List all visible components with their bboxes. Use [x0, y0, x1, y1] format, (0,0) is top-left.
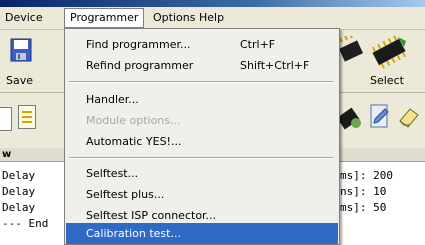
menu-separator	[69, 157, 333, 159]
menu-item-find-programmer[interactable]: Find programmer... Ctrl+F	[66, 34, 338, 55]
menu-item-automatic-yes[interactable]: Automatic YES!...	[66, 131, 338, 152]
select-button-label: Select	[370, 74, 404, 87]
select-chip-icon	[371, 35, 407, 69]
menu-item-label: Calibration test...	[86, 227, 181, 240]
menu-item-shortcut: Ctrl+F	[240, 38, 276, 51]
log-line: Delay	[2, 201, 36, 214]
document-icon[interactable]	[0, 107, 12, 131]
menu-item-label: Selftest...	[86, 167, 139, 180]
menu-bar: Device Programmer Options Help	[0, 7, 425, 30]
menu-item-shortcut: Shift+Ctrl+F	[240, 59, 310, 72]
log-value: ms]: 200	[340, 169, 393, 182]
save-icon	[10, 38, 32, 62]
open-document-icon[interactable]	[18, 105, 36, 129]
menu-item-selftest-plus[interactable]: Selftest plus...	[66, 184, 338, 205]
menu-help[interactable]: Help	[194, 9, 229, 27]
menu-separator	[69, 81, 333, 83]
menu-item-module-options: Module options...	[66, 110, 338, 131]
menu-item-label: Selftest plus...	[86, 188, 165, 201]
log-line: Delay	[2, 169, 36, 182]
menu-item-selftest[interactable]: Selftest...	[66, 163, 338, 184]
window-titlebar	[0, 0, 425, 7]
menu-device[interactable]: Device	[0, 9, 48, 27]
menu-programmer[interactable]: Programmer	[64, 8, 145, 28]
menu-item-calibration-test[interactable]: Calibration test...	[66, 223, 338, 244]
chip-icon	[338, 36, 364, 62]
document-edit-icon[interactable]	[369, 103, 391, 129]
save-button-label: Save	[6, 74, 34, 87]
log-line: Delay	[2, 185, 36, 198]
menu-options[interactable]: Options	[148, 9, 200, 27]
eraser-icon[interactable]	[396, 103, 420, 129]
log-value: ms]: 50	[340, 201, 387, 214]
menu-item-label: Module options...	[86, 114, 181, 127]
menu-item-refind-programmer[interactable]: Refind programmer Shift+Ctrl+F	[66, 55, 338, 76]
menu-item-label: Automatic YES!...	[86, 135, 182, 148]
menu-item-label: Handler...	[86, 93, 139, 106]
log-value: ns]: 10	[340, 185, 387, 198]
menu-item-label: Refind programmer	[86, 59, 194, 72]
menu-item-handler[interactable]: Handler...	[66, 89, 338, 110]
menu-item-label: Find programmer...	[86, 38, 191, 51]
log-line: --- End	[2, 217, 49, 230]
programmer-menu-dropdown: Find programmer... Ctrl+F Refind program…	[64, 28, 340, 245]
